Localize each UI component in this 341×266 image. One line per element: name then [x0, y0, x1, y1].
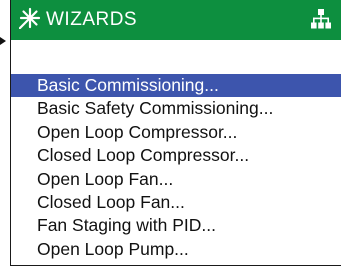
screen-header: WIZARDS: [11, 0, 341, 40]
menu-item-open-loop-pump[interactable]: Open Loop Pump...: [11, 238, 341, 261]
menu-item-closed-loop-compressor[interactable]: Closed Loop Compressor...: [11, 144, 341, 167]
wizards-screen: WIZARDS Basic Commissioning... Basic Saf…: [10, 0, 341, 266]
menu-item-closed-loop-fan[interactable]: Closed Loop Fan...: [11, 191, 341, 214]
tree-hierarchy-icon[interactable]: [311, 9, 331, 29]
wizard-star-icon: [19, 7, 41, 29]
page-title: WIZARDS: [46, 9, 138, 30]
menu-item-open-loop-fan[interactable]: Open Loop Fan...: [11, 168, 341, 191]
menu-item-basic-commissioning[interactable]: Basic Commissioning...: [11, 74, 341, 98]
menu-item-basic-safety-commissioning[interactable]: Basic Safety Commissioning...: [11, 97, 341, 120]
pointer-arrow-icon: [0, 37, 6, 45]
menu-item-open-loop-compressor[interactable]: Open Loop Compressor...: [11, 121, 341, 144]
menu-item-fan-staging-pid[interactable]: Fan Staging with PID...: [11, 214, 341, 237]
wizard-menu: Basic Commissioning... Basic Safety Comm…: [11, 74, 341, 261]
